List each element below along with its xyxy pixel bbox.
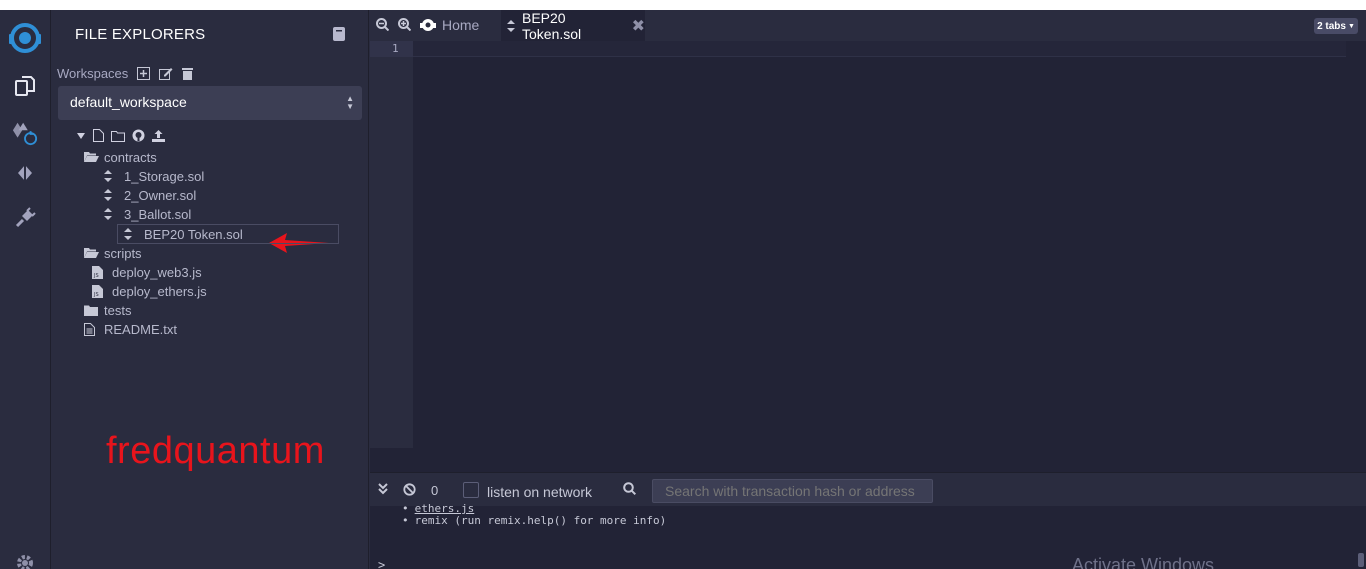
tree-item-label: tests [104, 302, 132, 318]
close-tab-icon[interactable]: ✖ [632, 16, 645, 36]
line-number: 1 [370, 41, 413, 57]
file-explorer-panel: FILE EXPLORERS Workspaces default_worksp… [51, 10, 369, 569]
tree-file[interactable]: 1_Storage.sol [104, 167, 204, 185]
tree-item-label: deploy_ethers.js [112, 283, 207, 299]
remix-home-icon [420, 18, 436, 32]
workspaces-row: Workspaces [57, 66, 194, 81]
tree-item-label: 2_Owner.sol [124, 187, 197, 203]
tree-folder[interactable]: tests [84, 301, 131, 319]
tree-folder[interactable]: contracts [84, 148, 157, 166]
editor-area: Home BEP20 Token.sol ✖ 2 tabs ▼ 1 0 list… [370, 10, 1366, 569]
top-strip [0, 0, 1366, 10]
tree-folder[interactable]: scripts [84, 244, 142, 262]
plugin-manager-icon[interactable] [12, 205, 38, 231]
zoom-out-icon[interactable] [376, 18, 389, 31]
tabs-count-dropdown[interactable]: 2 tabs ▼ [1314, 18, 1358, 34]
tree-item-label: contracts [104, 149, 157, 165]
documentation-icon[interactable] [333, 27, 345, 41]
transaction-search-input[interactable] [652, 479, 933, 503]
tree-item-label: 1_Storage.sol [124, 168, 205, 184]
tab-bar: Home BEP20 Token.sol ✖ 2 tabs ▼ [370, 9, 1366, 42]
file-explorers-icon[interactable] [12, 73, 38, 99]
folder-open-icon [84, 247, 100, 259]
search-icon [623, 482, 636, 495]
tree-item-label: deploy_web3.js [112, 264, 202, 280]
tree-file[interactable]: JS deploy_ethers.js [92, 282, 207, 300]
tree-toolbar [76, 129, 172, 142]
tree-item-label: scripts [104, 245, 142, 261]
svg-text:JS: JS [93, 292, 99, 298]
tree-file[interactable]: 3_Ballot.sol [104, 205, 191, 223]
code-editor[interactable] [413, 41, 1346, 448]
tree-item-label: README.txt [104, 321, 177, 337]
select-arrows-icon: ▲ ▼ [346, 94, 354, 111]
remix-logo-icon[interactable] [5, 20, 45, 56]
solidity-file-icon [104, 170, 120, 182]
terminal-toolbar: 0 listen on network [370, 472, 1366, 506]
activate-windows-watermark: Activate Windows [1072, 555, 1215, 569]
deploy-run-icon[interactable] [12, 160, 38, 186]
active-line-highlight [413, 41, 1346, 57]
bullet-dot: • [402, 514, 409, 527]
settings-gear-icon[interactable] [15, 553, 35, 569]
collapse-caret-icon[interactable] [76, 132, 86, 140]
solidity-compiler-icon[interactable] [12, 120, 38, 146]
watermark-text: fredquantum [106, 430, 325, 472]
folder-icon [84, 305, 100, 316]
chevron-down-icon: ▼ [1347, 22, 1355, 30]
github-icon[interactable] [132, 129, 145, 142]
panel-title: FILE EXPLORERS [75, 26, 206, 43]
new-file-icon[interactable] [93, 129, 104, 142]
tree-file[interactable]: README.txt [84, 320, 177, 338]
listen-network-label: listen on network [487, 484, 593, 500]
tree-file[interactable]: JS deploy_web3.js [92, 263, 202, 281]
delete-workspace-icon[interactable] [182, 67, 194, 80]
terminal-scrollbar[interactable] [1358, 553, 1364, 567]
listen-network-checkbox[interactable] [463, 482, 479, 498]
icon-rail [0, 10, 51, 569]
tree-file[interactable]: BEP20 Token.sol [117, 224, 339, 244]
clear-console-icon[interactable] [403, 483, 416, 496]
terminal-output: • ethers.js • remix (run remix.help() for … [370, 502, 1366, 569]
minimize-terminal-icon[interactable] [378, 483, 388, 495]
zoom-in-icon[interactable] [398, 18, 411, 31]
solidity-file-icon [507, 19, 515, 32]
js-file-icon: JS [92, 284, 108, 298]
text-file-icon [84, 322, 100, 336]
solidity-file-icon [104, 208, 120, 220]
tree-file[interactable]: 2_Owner.sol [104, 186, 196, 204]
create-workspace-icon[interactable] [137, 67, 151, 80]
workspace-select[interactable]: default_workspace ▲ ▼ [58, 86, 362, 120]
tab-active-file[interactable]: BEP20 Token.sol ✖ [501, 9, 645, 42]
solidity-file-icon [124, 228, 140, 240]
tree-item-label: 3_Ballot.sol [124, 206, 192, 222]
tab-active-file-label: BEP20 Token.sol [522, 9, 582, 42]
tabs-count-label: 2 tabs [1317, 20, 1346, 32]
terminal-prompt[interactable]: > [378, 558, 385, 569]
rename-workspace-icon[interactable] [159, 67, 173, 80]
terminal-line-remix-text: remix (run remix.help() for more info) [414, 514, 667, 527]
terminal-line-remix: • remix (run remix.help() for more info) [402, 514, 666, 527]
svg-text:JS: JS [93, 273, 99, 279]
pending-tx-count: 0 [431, 483, 439, 498]
upload-icon[interactable] [152, 129, 165, 142]
js-file-icon: JS [92, 265, 108, 279]
solidity-file-icon [104, 189, 120, 201]
tree-item-label: BEP20 Token.sol [144, 226, 243, 242]
workspace-selected-value: default_workspace [70, 94, 187, 110]
tab-home[interactable]: Home [420, 17, 479, 33]
tab-home-label: Home [442, 17, 480, 33]
new-folder-icon[interactable] [111, 130, 125, 142]
folder-open-icon [84, 151, 100, 163]
workspaces-label: Workspaces [57, 66, 129, 81]
line-gutter: 1 [370, 41, 413, 448]
